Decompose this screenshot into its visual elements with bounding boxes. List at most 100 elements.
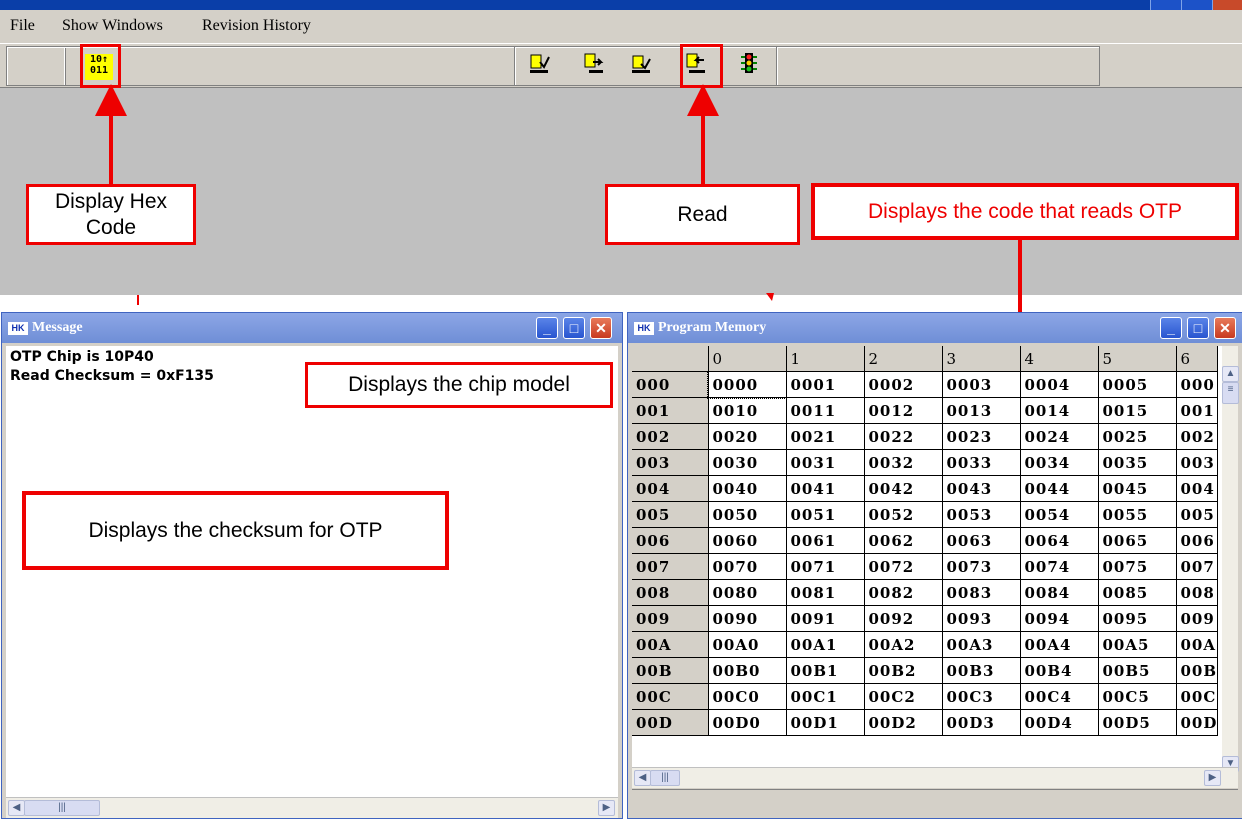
memory-cell[interactable]: 0061 xyxy=(786,527,865,554)
memory-cell[interactable]: 00B0 xyxy=(708,657,787,684)
memory-cell[interactable]: 0051 xyxy=(786,501,865,528)
memory-cell[interactable]: 0025 xyxy=(1098,423,1177,450)
memory-cell[interactable]: 0024 xyxy=(1020,423,1099,450)
memory-cell[interactable]: 0015 xyxy=(1098,397,1177,424)
memory-cell[interactable]: 00D5 xyxy=(1098,709,1177,736)
memory-cell[interactable]: 00D3 xyxy=(942,709,1021,736)
memory-cell[interactable]: 00B5 xyxy=(1098,657,1177,684)
memory-cell[interactable]: 0002 xyxy=(864,371,943,398)
memory-cell[interactable]: 0043 xyxy=(942,475,1021,502)
memory-cell[interactable]: 0003 xyxy=(942,371,1021,398)
memory-cell[interactable]: 007 xyxy=(1176,553,1219,580)
memory-cell[interactable]: 00B3 xyxy=(942,657,1021,684)
memory-cell[interactable]: 0005 xyxy=(1098,371,1177,398)
memory-cell[interactable]: 00D1 xyxy=(786,709,865,736)
scroll-up-icon[interactable]: ▲ xyxy=(1222,366,1239,382)
memory-cell[interactable]: 0011 xyxy=(786,397,865,424)
memory-cell[interactable]: 00A3 xyxy=(942,631,1021,658)
memory-cell[interactable]: 0080 xyxy=(708,579,787,606)
memory-cell[interactable]: 0091 xyxy=(786,605,865,632)
maximize-icon[interactable]: □ xyxy=(563,317,585,339)
memory-cell[interactable]: 006 xyxy=(1176,527,1219,554)
memory-cell[interactable]: 004 xyxy=(1176,475,1219,502)
program-memory-title-bar[interactable]: HK Program Memory _ □ ✕ xyxy=(628,313,1242,343)
memory-cell[interactable]: 00C1 xyxy=(786,683,865,710)
maximize-icon[interactable]: □ xyxy=(1187,317,1209,339)
memory-cell[interactable]: 0050 xyxy=(708,501,787,528)
memory-cell[interactable]: 0014 xyxy=(1020,397,1099,424)
memory-cell[interactable]: 0010 xyxy=(708,397,787,424)
memory-cell[interactable]: 0094 xyxy=(1020,605,1099,632)
memory-cell[interactable]: 0041 xyxy=(786,475,865,502)
memory-cell[interactable]: 0055 xyxy=(1098,501,1177,528)
memory-cell[interactable]: 0001 xyxy=(786,371,865,398)
memory-cell[interactable]: 0064 xyxy=(1020,527,1099,554)
memory-cell[interactable]: 0083 xyxy=(942,579,1021,606)
memory-cell[interactable]: 0090 xyxy=(708,605,787,632)
memory-cell[interactable]: 00C0 xyxy=(708,683,787,710)
memory-cell[interactable]: 0070 xyxy=(708,553,787,580)
memory-cell[interactable]: 008 xyxy=(1176,579,1219,606)
memory-cell[interactable]: 00C3 xyxy=(942,683,1021,710)
memory-cell[interactable]: 00D0 xyxy=(708,709,787,736)
scroll-thumb[interactable]: ||| xyxy=(650,770,680,786)
memory-cell[interactable]: 0093 xyxy=(942,605,1021,632)
memory-cell[interactable]: 0054 xyxy=(1020,501,1099,528)
memory-cell[interactable]: 0035 xyxy=(1098,449,1177,476)
memory-cell[interactable]: 0081 xyxy=(786,579,865,606)
minimize-icon[interactable]: _ xyxy=(1160,317,1182,339)
memory-cell[interactable]: 00A4 xyxy=(1020,631,1099,658)
scroll-left-icon[interactable]: ◀ xyxy=(8,800,25,816)
memory-cell[interactable]: 0034 xyxy=(1020,449,1099,476)
memory-cell[interactable]: 0004 xyxy=(1020,371,1099,398)
memory-cell[interactable]: 0021 xyxy=(786,423,865,450)
close-icon[interactable]: ✕ xyxy=(1214,317,1236,339)
memory-cell[interactable]: 0031 xyxy=(786,449,865,476)
memory-cell[interactable]: 0040 xyxy=(708,475,787,502)
scroll-left-icon[interactable]: ◀ xyxy=(634,770,651,786)
memory-cell[interactable]: 0072 xyxy=(864,553,943,580)
scroll-thumb[interactable]: ≡ xyxy=(1222,382,1239,404)
memory-cell[interactable]: 00C xyxy=(1176,683,1219,710)
memory-cell[interactable]: 00B xyxy=(1176,657,1219,684)
memory-cell[interactable]: 0020 xyxy=(708,423,787,450)
close-icon[interactable]: ✕ xyxy=(590,317,612,339)
memory-cell[interactable]: 002 xyxy=(1176,423,1219,450)
memory-cell[interactable]: 0023 xyxy=(942,423,1021,450)
memory-cell[interactable]: 0012 xyxy=(864,397,943,424)
minimize-icon[interactable]: _ xyxy=(536,317,558,339)
memory-cell[interactable]: 00B1 xyxy=(786,657,865,684)
memory-cell[interactable]: 00A0 xyxy=(708,631,787,658)
memory-cell[interactable]: 0060 xyxy=(708,527,787,554)
memory-cell[interactable]: 00A5 xyxy=(1098,631,1177,658)
memory-cell[interactable]: 00A1 xyxy=(786,631,865,658)
memory-cell[interactable]: 0030 xyxy=(708,449,787,476)
vertical-scrollbar[interactable]: ▲ ≡ ▼ xyxy=(1222,346,1239,776)
scroll-right-icon[interactable]: ▶ xyxy=(598,800,615,816)
memory-cell[interactable]: 005 xyxy=(1176,501,1219,528)
memory-cell[interactable]: 0042 xyxy=(864,475,943,502)
memory-cell[interactable]: 00D xyxy=(1176,709,1219,736)
memory-cell[interactable]: 0095 xyxy=(1098,605,1177,632)
memory-cell[interactable]: 001 xyxy=(1176,397,1219,424)
memory-cell[interactable]: 0032 xyxy=(864,449,943,476)
memory-cell[interactable]: 00D4 xyxy=(1020,709,1099,736)
memory-cell[interactable]: 0073 xyxy=(942,553,1021,580)
memory-cell[interactable]: 0063 xyxy=(942,527,1021,554)
memory-cell[interactable]: 0075 xyxy=(1098,553,1177,580)
scroll-thumb[interactable]: ||| xyxy=(24,800,100,816)
memory-cell[interactable]: 00C5 xyxy=(1098,683,1177,710)
message-title-bar[interactable]: HK Message _ □ ✕ xyxy=(2,313,622,343)
memory-cell[interactable]: 0053 xyxy=(942,501,1021,528)
memory-cell[interactable]: 0022 xyxy=(864,423,943,450)
memory-cell[interactable]: 00D2 xyxy=(864,709,943,736)
memory-cell[interactable]: 0082 xyxy=(864,579,943,606)
memory-cell[interactable]: 00C2 xyxy=(864,683,943,710)
memory-cell[interactable]: 0045 xyxy=(1098,475,1177,502)
memory-cell[interactable]: 00B4 xyxy=(1020,657,1099,684)
memory-cell[interactable]: 00B2 xyxy=(864,657,943,684)
memory-cell[interactable]: 000 xyxy=(1176,371,1219,398)
memory-cell[interactable]: 0033 xyxy=(942,449,1021,476)
memory-cell[interactable]: 0085 xyxy=(1098,579,1177,606)
memory-cell[interactable]: 0052 xyxy=(864,501,943,528)
